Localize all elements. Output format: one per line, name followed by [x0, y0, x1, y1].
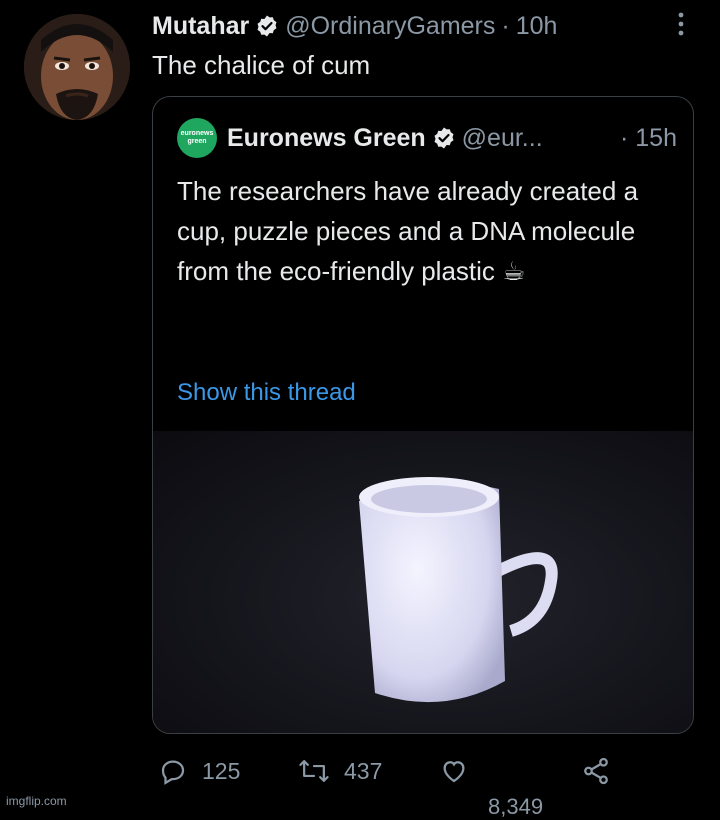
retweet-count: 437 [344, 757, 383, 784]
retweet-icon [299, 760, 329, 782]
quoted-tweet-header: euronews green Euronews Green @eur... · … [177, 118, 677, 158]
avatar-photo [24, 14, 130, 120]
verified-badge-icon [255, 14, 279, 38]
show-this-thread-link[interactable]: Show this thread [177, 379, 356, 407]
tweet-text: The chalice of cum [152, 50, 371, 80]
cup-photo [359, 477, 558, 703]
imgflip-watermark: imgflip.com [6, 794, 67, 808]
share-button[interactable] [580, 756, 626, 786]
separator-dot: · [501, 11, 510, 40]
reply-button[interactable]: 125 [158, 756, 240, 786]
like-button[interactable] [438, 756, 484, 786]
share-icon [584, 757, 608, 785]
author-name[interactable]: Mutahar [152, 12, 249, 41]
author-avatar[interactable] [24, 14, 130, 120]
reply-count: 125 [202, 757, 241, 784]
quoted-tweet-text: The researchers have already created a c… [177, 176, 639, 286]
quoted-tweet-time[interactable]: · 15h [620, 124, 677, 153]
quoted-author-handle[interactable]: @eur... [462, 124, 543, 153]
tweet-time[interactable]: 10h [516, 12, 558, 41]
tweet-header: Mutahar @OrdinaryGamers · 10h [152, 10, 690, 42]
heart-icon [443, 761, 465, 783]
quoted-verified-badge-icon [432, 126, 456, 150]
quoted-tweet-card[interactable]: euronews green Euronews Green @eur... · … [152, 96, 694, 734]
tweet-action-bar: 125 437 [152, 756, 622, 796]
reply-icon [161, 760, 185, 785]
quoted-author-name[interactable]: Euronews Green [227, 124, 426, 153]
more-options-icon[interactable] [676, 11, 686, 37]
author-handle[interactable]: @OrdinaryGamers [285, 12, 495, 41]
euronews-green-logo: euronews green [177, 118, 217, 158]
like-count: 8,349 [488, 794, 544, 819]
quoted-tweet-image[interactable] [153, 431, 693, 733]
retweet-button[interactable]: 437 [298, 756, 382, 786]
